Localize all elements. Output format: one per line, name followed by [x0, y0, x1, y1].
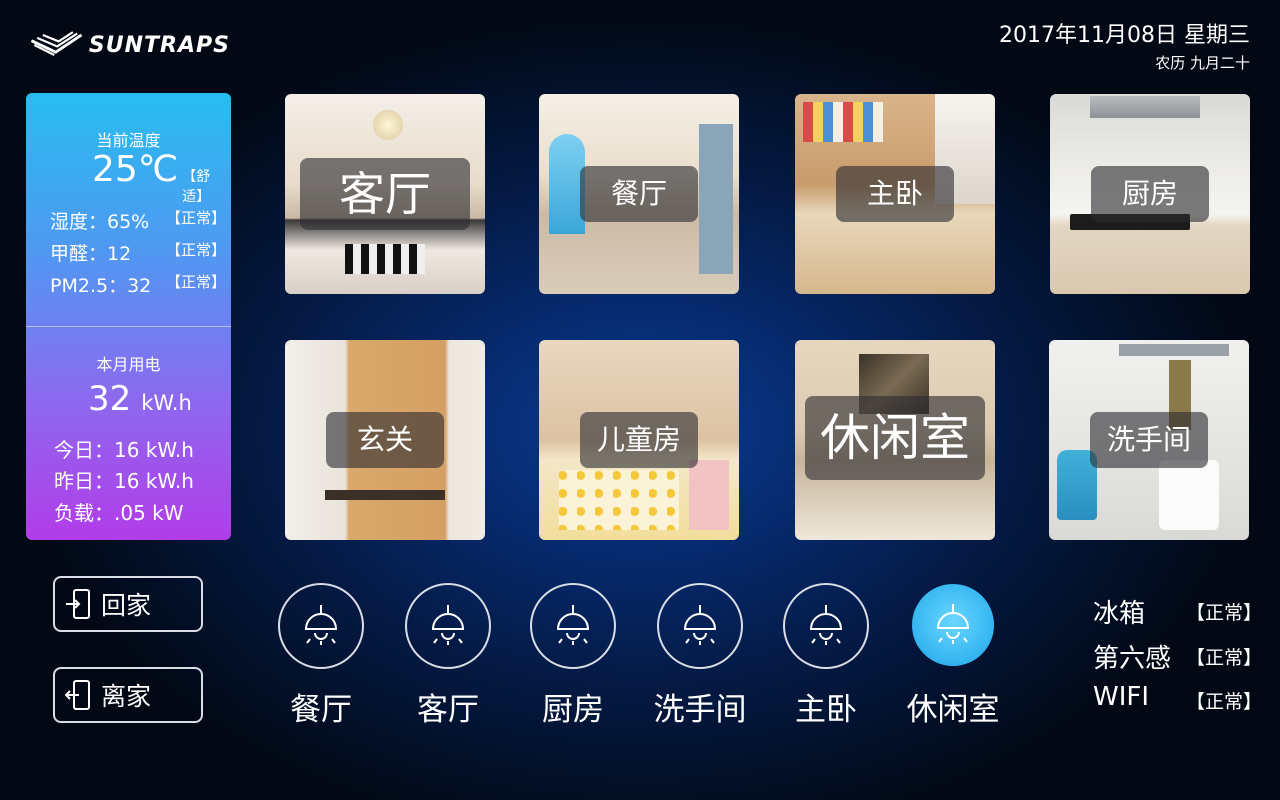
away-mode-button[interactable]: 离家 — [53, 667, 203, 723]
room-tile-living-room[interactable]: 客厅 — [285, 94, 485, 294]
humidity-row: 湿度：65% 【正常】 — [50, 207, 226, 234]
chandelier-icon — [373, 110, 403, 140]
pm25-state: 【正常】 — [165, 273, 226, 291]
pm25-row: PM2.5：32 【正常】 — [50, 271, 226, 298]
rug-decor — [345, 244, 425, 274]
door-decor — [699, 124, 733, 274]
lunar-date-text: 农历 九月二十 — [1155, 54, 1250, 72]
electricity-today: 今日：16 kW.h — [54, 438, 194, 462]
room-tile-leisure-room[interactable]: 休闲室 — [795, 340, 995, 540]
light-toggle-leisure-room[interactable] — [912, 584, 994, 666]
light-toggle-kitchen[interactable] — [530, 583, 616, 669]
range-hood-decor — [1090, 96, 1200, 118]
light-label-kitchen: 厨房 — [542, 692, 604, 728]
room-label: 洗手间 — [1090, 412, 1208, 468]
door-enter-icon — [66, 589, 90, 619]
electricity-value: 32 — [88, 379, 132, 419]
room-label: 儿童房 — [580, 412, 698, 468]
humidity-state: 【正常】 — [165, 209, 226, 227]
device-state-wifi: 【正常】 — [1186, 691, 1263, 713]
temperature-state: 【舒适】 — [182, 169, 211, 205]
room-tile-entrance[interactable]: 玄关 — [285, 340, 485, 540]
lamp-icon — [431, 605, 465, 645]
environment-card: 当前温度 25℃ 【舒适】 湿度：65% 【正常】 甲醛：12 【正常】 PM2… — [26, 93, 231, 540]
room-label: 主卧 — [836, 166, 954, 222]
brand-logo: SUNTRAPS — [30, 24, 230, 66]
light-toggle-master-bedroom[interactable] — [783, 583, 869, 669]
electricity-title: 本月用电 — [96, 355, 161, 374]
wall-art-decor — [803, 102, 883, 142]
room-label: 休闲室 — [805, 396, 985, 480]
shelf-decor — [325, 490, 445, 500]
lamp-icon — [683, 605, 717, 645]
door-exit-icon — [65, 680, 90, 710]
towel-rack-decor — [1119, 344, 1229, 356]
lamp-icon — [304, 605, 338, 645]
light-label-living: 客厅 — [417, 692, 479, 728]
toilet-decor — [1159, 460, 1219, 530]
temperature-value: 25℃ — [92, 149, 179, 190]
formaldehyde-row: 甲醛：12 【正常】 — [50, 239, 226, 266]
brand-mark-icon — [30, 31, 83, 56]
date-display: 2017年11月08日 星期三 农历 九月二十 — [999, 22, 1250, 74]
chair-decor — [689, 460, 729, 530]
room-tile-dining-room[interactable]: 餐厅 — [539, 94, 739, 294]
lamp-icon — [556, 605, 590, 645]
temperature-row: 25℃ 【舒适】 — [92, 149, 231, 206]
card-divider — [26, 326, 231, 327]
temperature-title: 当前温度 — [96, 131, 161, 150]
device-state-sixth-sense: 【正常】 — [1186, 647, 1263, 669]
home-mode-button[interactable]: 回家 — [53, 576, 203, 632]
lamp-icon — [809, 605, 843, 645]
pm25-label: PM2.5：32 — [50, 275, 152, 297]
room-label: 客厅 — [300, 158, 470, 230]
room-label: 玄关 — [326, 412, 444, 468]
room-label: 厨房 — [1091, 166, 1209, 222]
electricity-row: 32 kW.h — [88, 379, 192, 419]
light-toggle-dining[interactable] — [278, 583, 364, 669]
light-label-dining: 餐厅 — [290, 692, 352, 728]
room-tile-master-bedroom[interactable]: 主卧 — [795, 94, 995, 294]
lamp-icon — [936, 604, 970, 644]
device-name-sixth-sense: 第六感 — [1093, 644, 1172, 674]
formaldehyde-label: 甲醛：12 — [50, 243, 132, 265]
bedding-decor — [559, 470, 679, 530]
humidity-label: 湿度：65% — [50, 211, 150, 233]
device-state-fridge: 【正常】 — [1186, 602, 1263, 624]
light-label-leisure-room: 休闲室 — [906, 692, 1000, 728]
brand-name: SUNTRAPS — [88, 32, 230, 58]
light-label-bathroom: 洗手间 — [653, 692, 747, 728]
electricity-yesterday: 昨日：16 kW.h — [54, 469, 194, 493]
room-label: 餐厅 — [580, 166, 698, 222]
room-tile-kids-room[interactable]: 儿童房 — [539, 340, 739, 540]
away-mode-label: 离家 — [101, 682, 152, 711]
room-tile-bathroom[interactable]: 洗手间 — [1049, 340, 1249, 540]
light-toggle-bathroom[interactable] — [657, 583, 743, 669]
room-tile-kitchen[interactable]: 厨房 — [1050, 94, 1250, 294]
light-toggle-living[interactable] — [405, 583, 491, 669]
device-name-wifi: WIFI — [1093, 682, 1149, 712]
light-label-master-bedroom: 主卧 — [795, 692, 857, 728]
date-text: 2017年11月08日 星期三 — [999, 23, 1250, 48]
electricity-unit: kW.h — [141, 391, 192, 415]
formaldehyde-state: 【正常】 — [165, 241, 226, 259]
device-name-fridge: 冰箱 — [1093, 599, 1146, 629]
home-mode-label: 回家 — [101, 591, 152, 620]
electricity-load: 负载：.05 kW — [54, 501, 184, 525]
